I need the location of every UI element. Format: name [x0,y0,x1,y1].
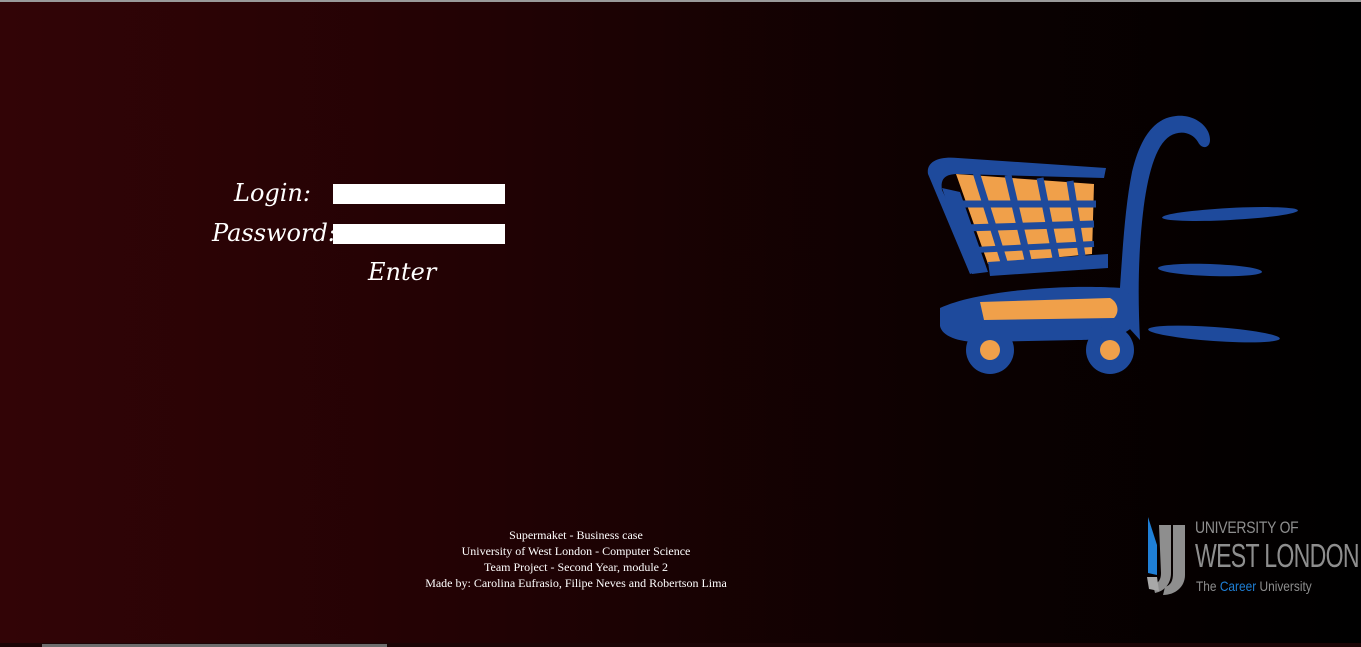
logo-line-1: UNIVERSITY OF [1195,518,1299,537]
uwl-emblem-icon [1147,517,1185,595]
footer-credits: Supermaket - Business case University of… [376,527,776,591]
logo-tagline-suffix: University [1256,578,1312,594]
logo-tagline-highlight: Career [1219,578,1257,594]
logo-tagline-prefix: The [1196,578,1220,594]
password-input[interactable] [333,224,505,244]
horizontal-scrollbar[interactable] [0,643,1361,647]
university-logo: UNIVERSITY OF WEST LONDON The Career Uni… [1145,515,1360,597]
top-border [0,0,1361,2]
footer-line-title: Supermaket - Business case [509,528,643,542]
password-label: Password: [212,219,336,247]
login-label: Login: [234,179,311,207]
shopping-cart-icon [927,115,1298,374]
logo-line-2: WEST LONDON [1195,537,1360,574]
footer-line-authors: Made by: Carolina Eufrasio, Filipe Neves… [425,576,727,590]
login-input[interactable] [333,184,505,204]
logo-tagline: The Career University [1196,578,1312,594]
enter-button[interactable]: Enter [368,258,436,286]
footer-line-project: Team Project - Second Year, module 2 [484,560,668,574]
footer-line-university: University of West London - Computer Sci… [461,544,691,558]
